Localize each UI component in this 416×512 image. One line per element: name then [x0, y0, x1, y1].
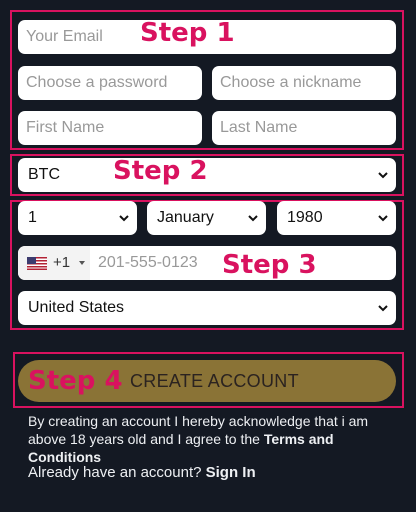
signin-row: Already have an account? Sign In: [28, 464, 256, 481]
chevron-down-icon: [248, 215, 258, 222]
password-field[interactable]: Choose a password: [18, 66, 202, 100]
step3-label: Step 3: [222, 250, 317, 280]
phone-field[interactable]: +1 201-555-0123: [18, 246, 396, 280]
month-value: January: [157, 209, 214, 226]
signin-prompt: Already have an account?: [28, 464, 206, 481]
caret-down-icon: [79, 261, 85, 265]
us-flag-icon: [27, 257, 47, 270]
year-select[interactable]: 1980: [277, 201, 396, 235]
country-value: United States: [28, 299, 125, 316]
country-code-picker[interactable]: +1: [18, 246, 90, 280]
day-value: 1: [28, 209, 37, 226]
last-name-field[interactable]: Last Name: [212, 111, 396, 145]
currency-value: BTC: [28, 166, 60, 183]
legal-text: By creating an account I hereby acknowle…: [28, 412, 398, 466]
month-select[interactable]: January: [147, 201, 266, 235]
chevron-down-icon: [378, 305, 388, 312]
step1-label: Step 1: [140, 18, 235, 48]
step2-label: Step 2: [113, 156, 208, 186]
step4-label: Step 4: [28, 366, 123, 396]
chevron-down-icon: [119, 215, 129, 222]
chevron-down-icon: [378, 172, 388, 179]
phone-code: +1: [53, 254, 71, 271]
day-select[interactable]: 1: [18, 201, 137, 235]
signin-link[interactable]: Sign In: [206, 464, 256, 481]
country-select[interactable]: United States: [18, 291, 396, 325]
phone-placeholder: 201-555-0123: [98, 254, 198, 271]
nickname-field[interactable]: Choose a nickname: [212, 66, 396, 100]
chevron-down-icon: [378, 215, 388, 222]
year-value: 1980: [287, 209, 323, 226]
first-name-field[interactable]: First Name: [18, 111, 202, 145]
